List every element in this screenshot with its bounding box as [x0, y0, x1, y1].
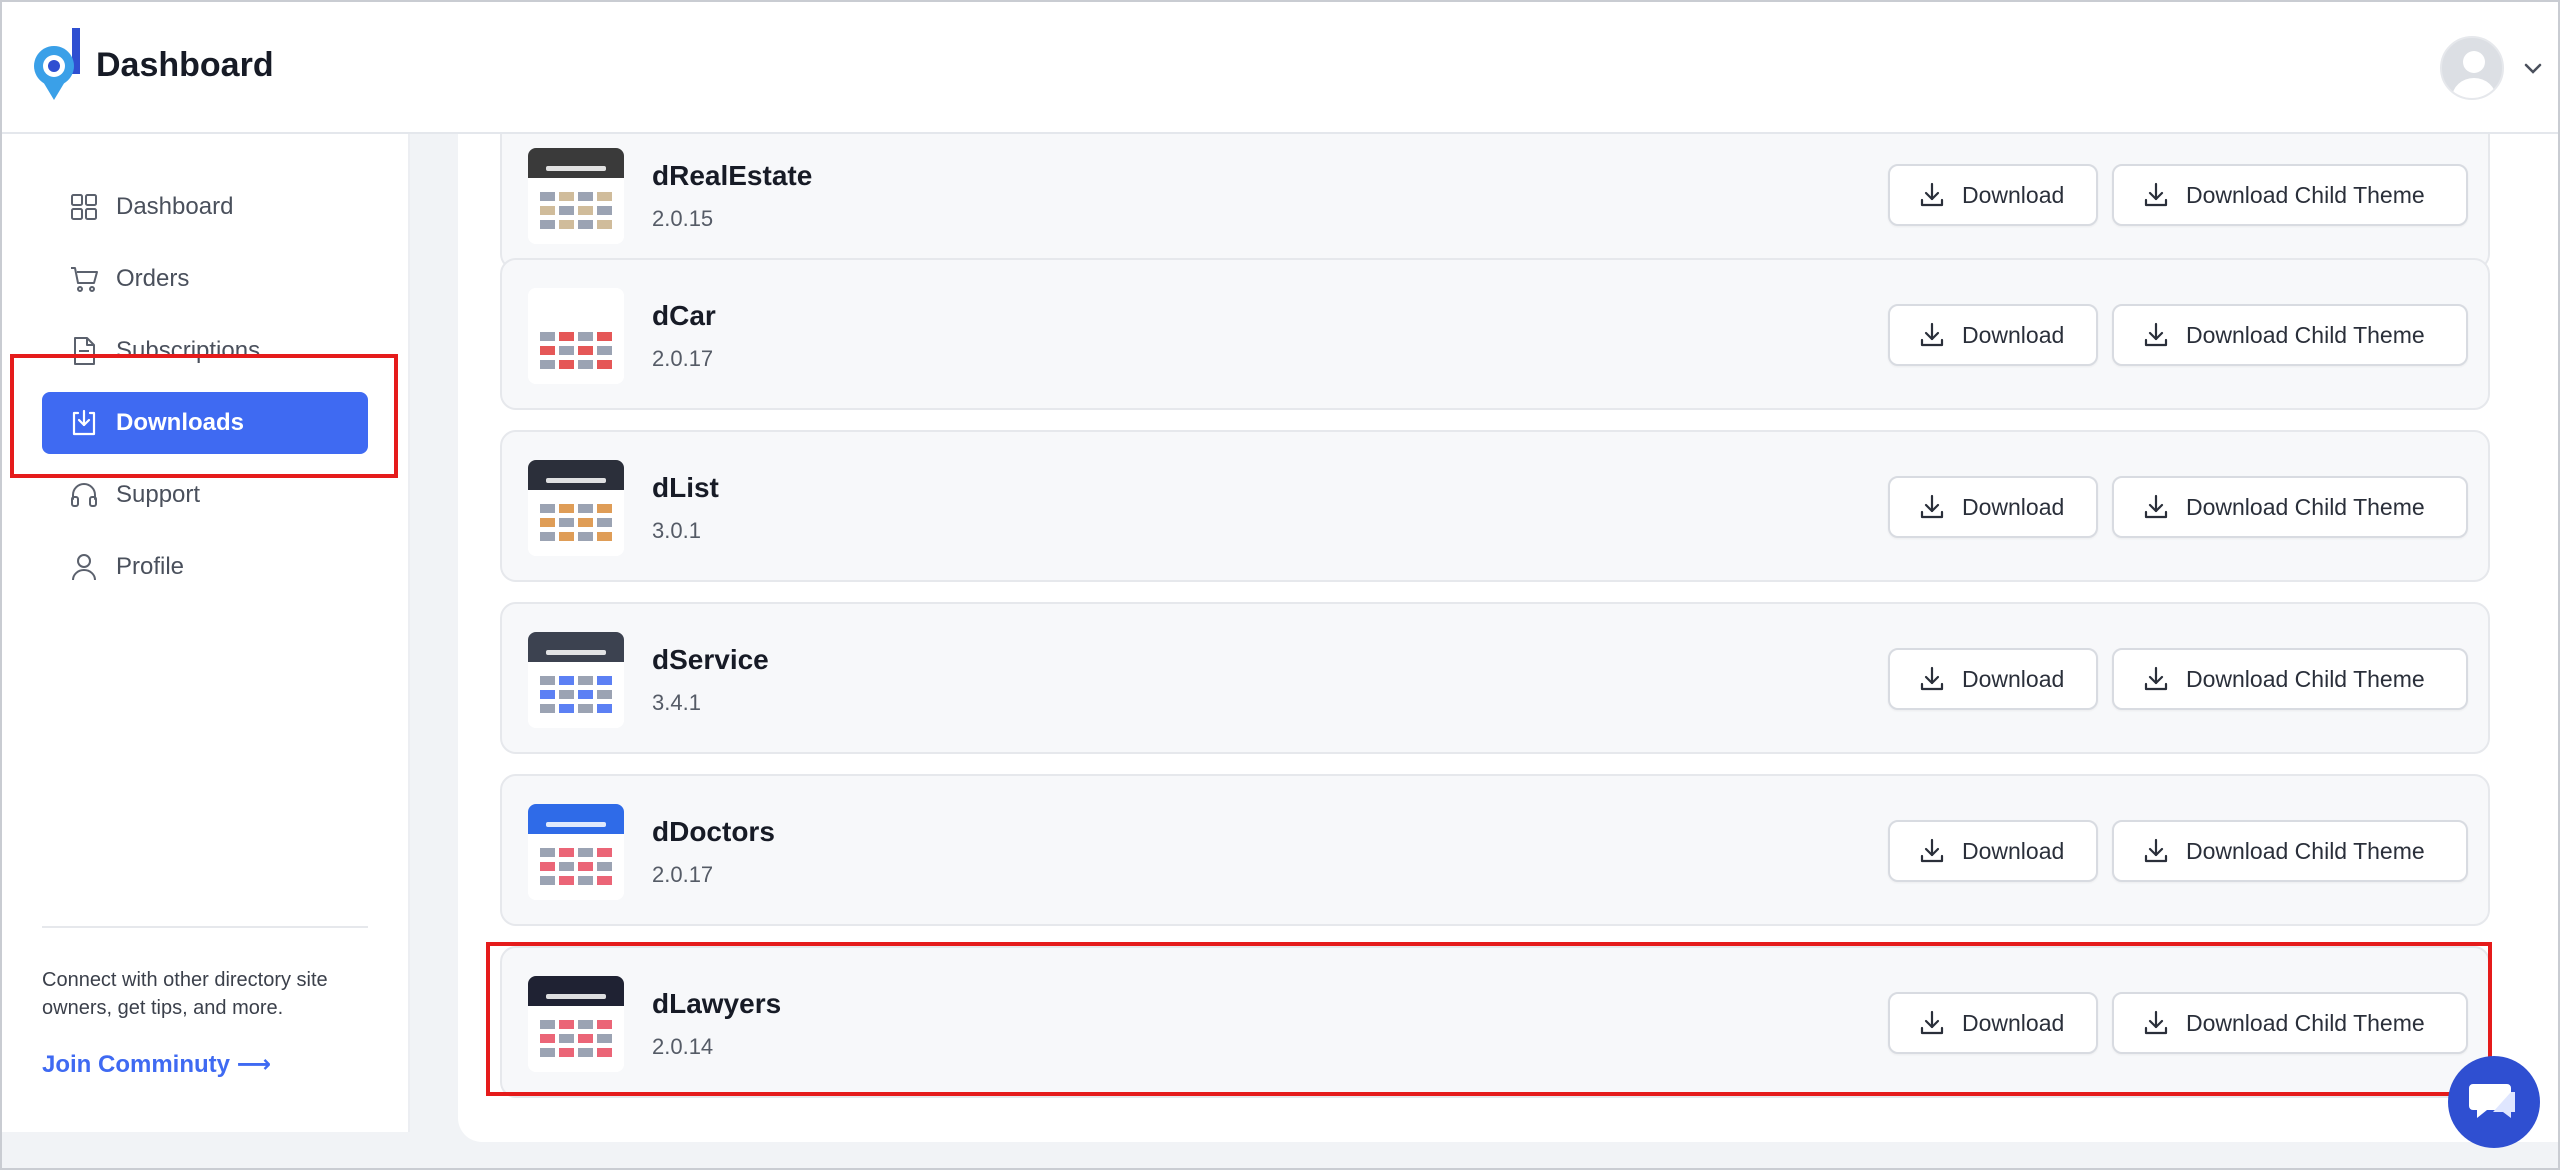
sidebar-item-label: Dashboard	[116, 193, 234, 220]
download-child-theme-button[interactable]: Download Child Theme	[2112, 476, 2468, 538]
sidebar-item-label: Profile	[116, 553, 185, 580]
highlight-box	[10, 354, 398, 478]
theme-name: dRealEstate	[652, 160, 813, 191]
community-text: Connect with other directory site owners…	[42, 969, 328, 1019]
download-child-theme-label: Download Child Theme	[2186, 181, 2425, 208]
download-child-theme-label: Download Child Theme	[2186, 321, 2425, 348]
theme-version: 2.0.17	[652, 862, 714, 887]
download-child-theme-button[interactable]: Download Child Theme	[2112, 820, 2468, 882]
theme-version: 3.0.1	[652, 518, 701, 543]
download-icon	[2144, 322, 2168, 347]
headset-icon	[71, 483, 97, 507]
download-icon	[2144, 666, 2168, 691]
theme-version: 2.0.15	[652, 206, 714, 231]
download-button[interactable]: Download	[1888, 648, 2098, 710]
sidebar-divider	[42, 926, 368, 928]
download-button-label: Download	[1962, 665, 2065, 692]
sidebar-item-dashboard[interactable]: Dashboard	[42, 176, 368, 238]
download-button[interactable]: Download	[1888, 476, 2098, 538]
theme-name: dList	[652, 472, 719, 503]
download-child-theme-button[interactable]: Download Child Theme	[2112, 304, 2468, 366]
download-icon	[2144, 838, 2168, 863]
user-avatar[interactable]	[2440, 36, 2504, 100]
download-icon	[2144, 182, 2168, 207]
sidebar-item-label: Support	[116, 481, 201, 508]
theme-version: 3.4.1	[652, 690, 701, 715]
download-card: dList 3.0.1 Download Download Child Them…	[500, 430, 2490, 582]
sidebar-item-orders[interactable]: Orders	[42, 248, 368, 310]
download-child-theme-label: Download Child Theme	[2186, 493, 2425, 520]
download-child-theme-label: Download Child Theme	[2186, 837, 2425, 864]
chat-button[interactable]	[2448, 1056, 2540, 1148]
download-icon	[1920, 666, 1944, 691]
user-icon	[72, 554, 96, 581]
sidebar: Dashboard Orders Subscriptions Downloads…	[2, 134, 410, 1132]
theme-thumbnail	[528, 632, 624, 728]
theme-thumbnail	[528, 460, 624, 556]
download-icon	[1920, 322, 1944, 347]
download-child-theme-button[interactable]: Download Child Theme	[2112, 648, 2468, 710]
chevron-down-icon[interactable]	[2518, 54, 2548, 84]
top-bar: Dashboard	[2, 2, 2558, 134]
sidebar-item-label: Orders	[116, 265, 190, 292]
chat-bubble-icon	[2469, 1084, 2515, 1118]
app-title: Dashboard	[96, 46, 274, 84]
download-button-label: Download	[1962, 837, 2065, 864]
download-card: dService 3.4.1 Download Download Child T…	[500, 602, 2490, 754]
download-icon	[1920, 494, 1944, 519]
download-card: dRealEstate 2.0.15 Download Download Chi…	[500, 118, 2490, 270]
download-card: dDoctors 2.0.17 Download Download Child …	[500, 774, 2490, 926]
theme-thumbnail	[528, 804, 624, 900]
download-button[interactable]: Download	[1888, 164, 2098, 226]
join-community-link[interactable]: Join Comminuty ⟶	[42, 1050, 271, 1079]
download-child-theme-label: Download Child Theme	[2186, 665, 2425, 692]
app-window: dRealEstate 2.0.15 Download Download Chi…	[0, 0, 2560, 1170]
theme-name: dService	[652, 644, 769, 675]
download-button[interactable]: Download	[1888, 820, 2098, 882]
theme-version: 2.0.17	[652, 346, 714, 371]
theme-thumbnail	[528, 288, 624, 384]
download-icon	[2144, 494, 2168, 519]
download-icon	[1920, 838, 1944, 863]
grid-icon	[71, 194, 97, 220]
cart-icon	[71, 267, 98, 292]
download-button[interactable]: Download	[1888, 304, 2098, 366]
download-button-label: Download	[1962, 181, 2065, 208]
logo-icon[interactable]	[32, 28, 86, 104]
theme-thumbnail	[528, 148, 624, 244]
theme-name: dDoctors	[652, 816, 775, 847]
theme-name: dCar	[652, 300, 716, 331]
download-button-label: Download	[1962, 321, 2065, 348]
highlight-box	[486, 942, 2492, 1096]
download-icon	[1920, 182, 1944, 207]
download-button-label: Download	[1962, 493, 2065, 520]
download-card: dCar 2.0.17 Download Download Child Them…	[500, 258, 2490, 410]
sidebar-item-profile[interactable]: Profile	[42, 536, 368, 598]
download-child-theme-button[interactable]: Download Child Theme	[2112, 164, 2468, 226]
